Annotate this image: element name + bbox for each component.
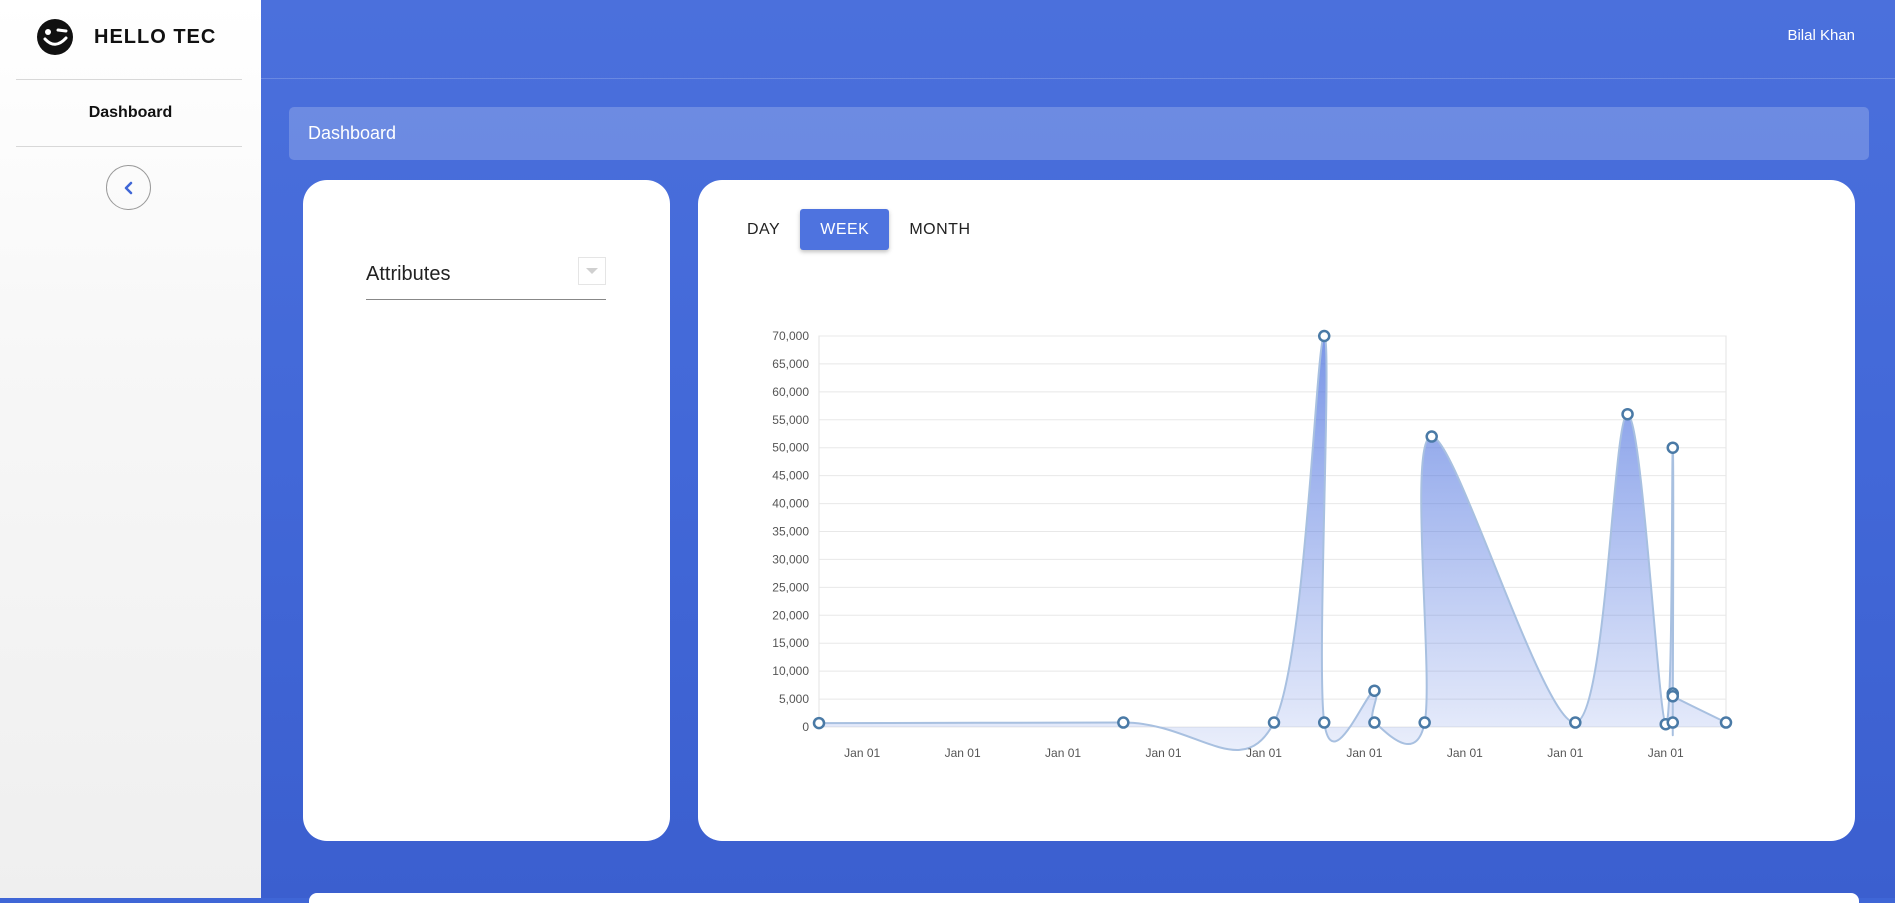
y-tick-label: 35,000	[772, 525, 809, 539]
data-point[interactable]	[812, 716, 826, 730]
sidebar-divider	[16, 146, 242, 147]
data-point[interactable]	[1666, 690, 1680, 703]
data-point[interactable]	[1719, 716, 1733, 729]
x-tick-label: Jan 01	[1547, 746, 1583, 760]
caret-down-icon[interactable]	[578, 257, 606, 285]
attributes-label: Attributes	[366, 263, 451, 285]
top-navbar: Bilal Khan	[261, 0, 1895, 79]
logo-icon	[37, 19, 73, 55]
y-tick-label: 20,000	[772, 608, 809, 622]
x-tick-label: Jan 01	[1447, 746, 1483, 760]
y-tick-label: 0	[802, 720, 809, 734]
x-tick-label: Jan 01	[1146, 746, 1182, 760]
y-tick-label: 65,000	[772, 357, 809, 371]
data-point[interactable]	[1368, 716, 1381, 729]
y-tick-label: 15,000	[772, 636, 809, 650]
y-tick-label: 45,000	[772, 469, 809, 483]
data-point[interactable]	[1317, 716, 1331, 729]
attributes-select[interactable]: Attributes	[366, 257, 606, 300]
chart-card: DAY WEEK MONTH 0 5,000 10,000 15,000 20,000 2…	[698, 180, 1855, 841]
data-point[interactable]	[1666, 441, 1680, 454]
y-tick-label: 40,000	[772, 497, 809, 511]
data-point[interactable]	[1317, 329, 1331, 343]
user-menu[interactable]: Bilal Khan	[1787, 27, 1855, 44]
data-point[interactable]	[1425, 430, 1438, 443]
breadcrumb: Dashboard	[289, 107, 1869, 160]
y-tick-label: 55,000	[772, 413, 809, 427]
data-point[interactable]	[1666, 716, 1680, 729]
data-point[interactable]	[1569, 716, 1582, 729]
brand[interactable]: HELLO TEC	[36, 17, 216, 57]
data-point[interactable]	[1368, 684, 1381, 697]
filter-card: Attributes	[303, 180, 670, 841]
chevron-left-icon	[124, 181, 132, 194]
data-point[interactable]	[1418, 716, 1431, 729]
x-tick-label: Jan 01	[844, 746, 880, 760]
series-line	[818, 334, 1727, 751]
area-chart: 0 5,000 10,000 15,000 20,000 25,000 30,000 35,0…	[772, 329, 1733, 760]
data-point[interactable]	[1267, 716, 1281, 729]
y-tick-label: 25,000	[772, 580, 809, 594]
x-tick-label: Jan 01	[1246, 746, 1282, 760]
brand-name: HELLO TEC	[94, 25, 217, 48]
next-card-edge	[309, 893, 1859, 903]
y-tick-label: 70,000	[772, 329, 809, 343]
x-tick-label: Jan 01	[1045, 746, 1081, 760]
main-content: Bilal Khan Dashboard Attributes DAY WEEK…	[261, 0, 1895, 903]
collapse-sidebar-button[interactable]	[106, 165, 151, 210]
y-tick-label: 60,000	[772, 385, 809, 399]
y-tick-label: 50,000	[772, 441, 809, 455]
y-tick-label: 10,000	[772, 664, 809, 678]
y-tick-label: 30,000	[772, 552, 809, 566]
data-point[interactable]	[1117, 716, 1130, 729]
sidebar: HELLO TEC Dashboard	[0, 0, 261, 898]
y-tick-label: 5,000	[779, 692, 809, 706]
sidebar-divider	[16, 79, 242, 80]
series-area	[819, 336, 1726, 750]
data-point[interactable]	[1621, 407, 1634, 421]
x-tick-label: Jan 01	[1648, 746, 1684, 760]
sidebar-item-dashboard[interactable]: Dashboard	[0, 104, 261, 122]
x-tick-label: Jan 01	[1346, 746, 1382, 760]
x-tick-label: Jan 01	[945, 746, 981, 760]
page-title: Dashboard	[308, 123, 397, 143]
